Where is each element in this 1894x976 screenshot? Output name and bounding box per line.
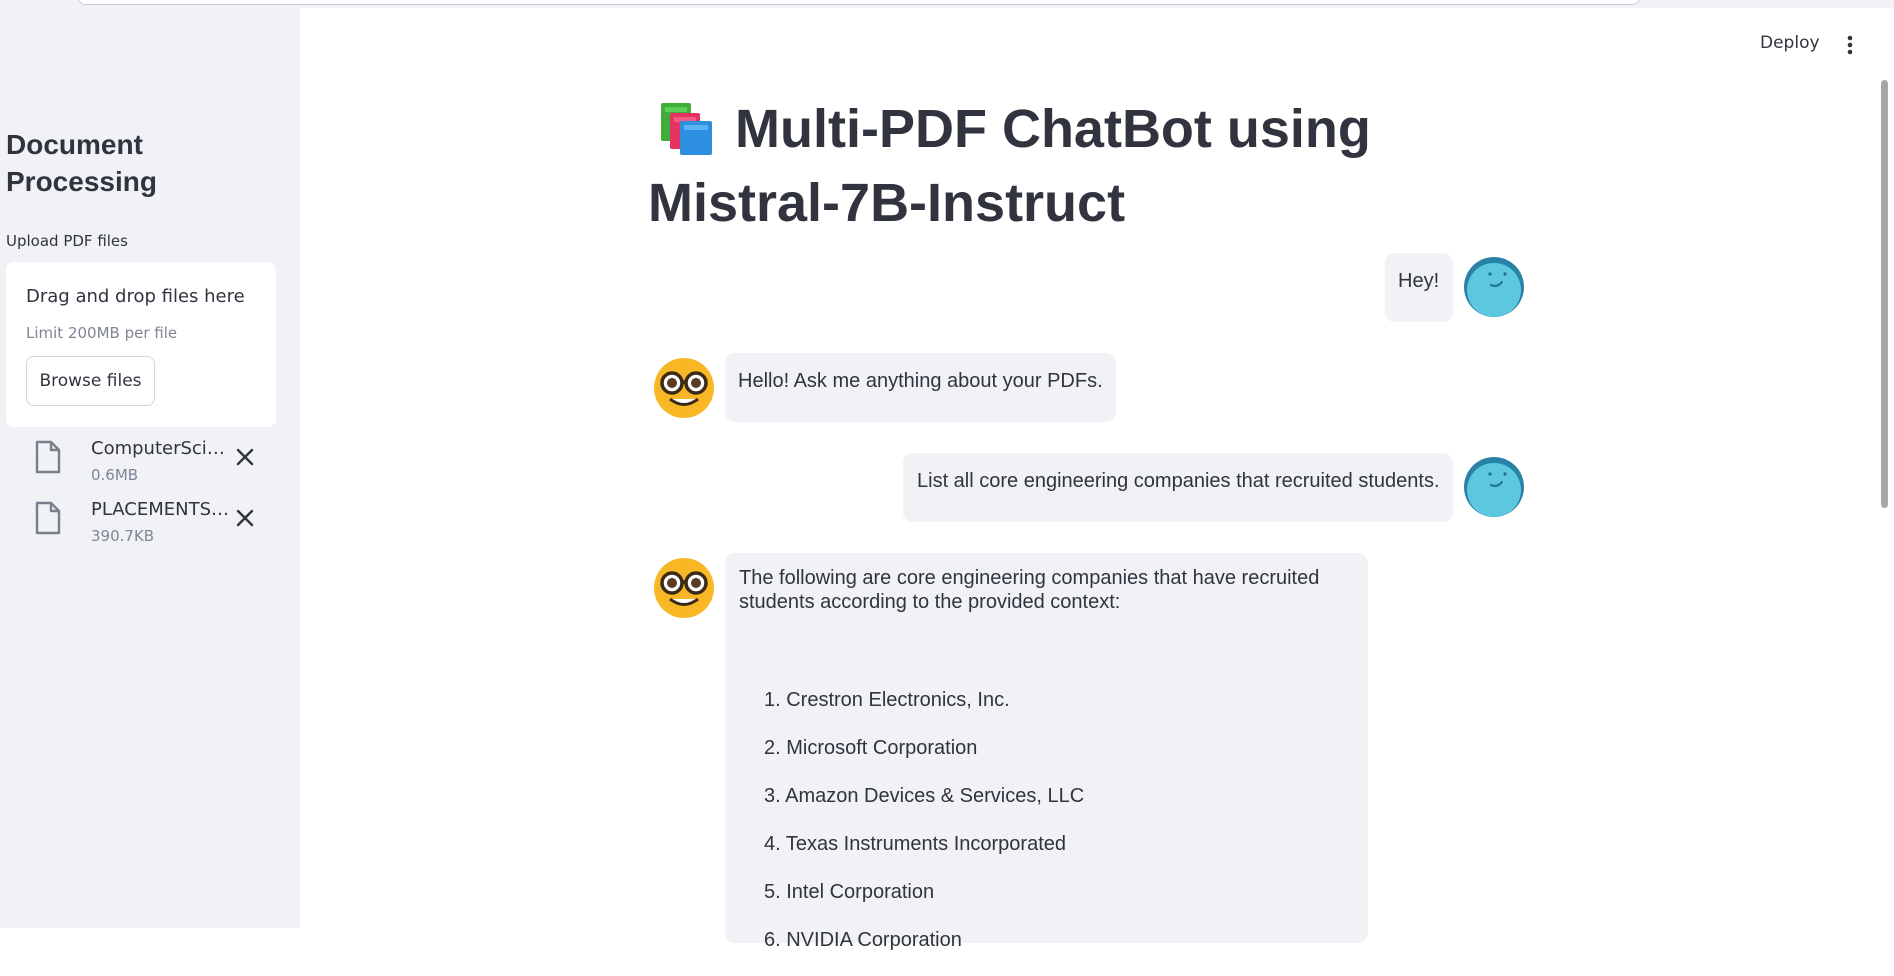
list-item: 6. NVIDIA Corporation <box>764 929 962 951</box>
file-dropzone[interactable]: Drag and drop files here Limit 200MB per… <box>6 262 276 427</box>
smiley-avatar-icon <box>1464 457 1524 517</box>
answer-intro: The following are core engineering compa… <box>739 567 1320 613</box>
message-text: Hello! Ask me anything about your PDFs. <box>738 370 1103 392</box>
address-bar-edge <box>78 0 1640 5</box>
browser-top-strip <box>0 0 1894 8</box>
remove-file-icon[interactable] <box>230 442 260 472</box>
dropzone-title: Drag and drop files here <box>26 286 245 307</box>
sidebar: Document Processing Upload PDF files Dra… <box>0 8 300 928</box>
list-item: 5. Intel Corporation <box>764 881 935 903</box>
browse-files-button[interactable]: Browse files <box>26 356 155 406</box>
answer-list: 1. Crestron Electronics, Inc. 2. Microso… <box>764 688 1084 976</box>
deploy-button[interactable]: Deploy <box>1760 33 1820 53</box>
page-title-text: Multi-PDF ChatBot using Mistral-7B-Instr… <box>648 99 1371 233</box>
user-message-bubble: Hey! <box>1385 253 1453 322</box>
file-name: PLACEMENTS-2023.pdf <box>91 499 231 520</box>
message-text: List all core engineering companies that… <box>917 470 1440 492</box>
file-icon <box>34 501 62 535</box>
file-icon <box>34 440 62 474</box>
file-size: 0.6MB <box>91 466 139 484</box>
scrollbar[interactable] <box>1881 80 1888 508</box>
nerd-face-avatar-icon <box>654 358 714 418</box>
list-item: 4. Texas Instruments Incorporated <box>764 833 1067 855</box>
nerd-face-avatar-icon <box>654 558 714 618</box>
uploaded-file-item: PLACEMENTS-2023.pdf 390.7KB <box>34 499 284 547</box>
assistant-message-bubble: Hello! Ask me anything about your PDFs. <box>725 353 1116 422</box>
list-item: 1. Crestron Electronics, Inc. <box>764 689 1010 711</box>
list-item: 2. Microsoft Corporation <box>764 737 978 759</box>
vertical-ellipsis-icon[interactable] <box>1838 32 1862 58</box>
uploaded-file-item: ComputerScience.pdf 0.6MB <box>34 438 284 486</box>
message-text: Hey! <box>1398 270 1440 292</box>
upload-label: Upload PDF files <box>6 232 128 250</box>
dropzone-limit: Limit 200MB per file <box>26 324 178 342</box>
assistant-message-bubble: The following are core engineering compa… <box>725 553 1368 951</box>
user-message-bubble: List all core engineering companies that… <box>903 453 1453 522</box>
list-item: 3. Amazon Devices & Services, LLC <box>764 785 1085 807</box>
smiley-avatar-icon <box>1464 257 1524 317</box>
sidebar-title: Document Processing <box>6 129 157 197</box>
books-icon <box>657 103 715 170</box>
remove-file-icon[interactable] <box>230 503 260 533</box>
file-size: 390.7KB <box>91 527 155 545</box>
file-name: ComputerScience.pdf <box>91 438 231 459</box>
page-title: Multi-PDF ChatBot using Mistral-7B-Instr… <box>648 96 1548 236</box>
